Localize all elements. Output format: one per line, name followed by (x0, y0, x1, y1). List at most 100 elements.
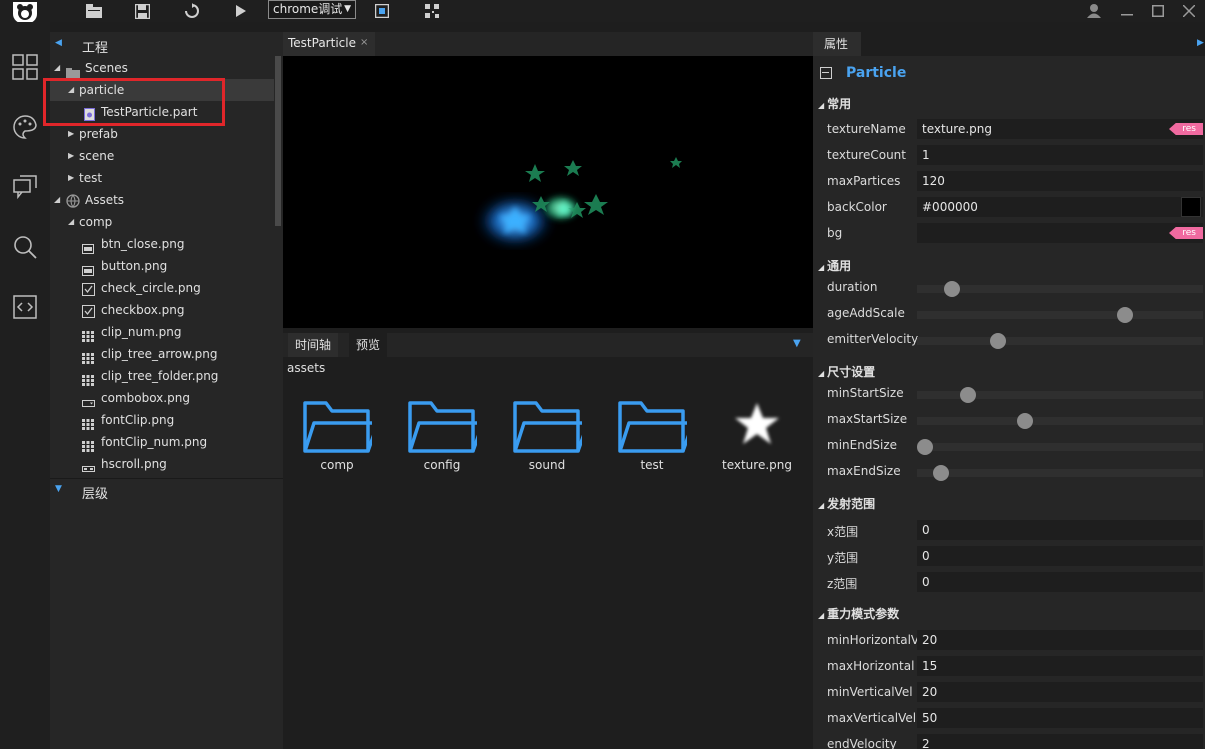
tree-item-file[interactable]: fontClip.png (50, 409, 274, 431)
min-vertical-velocity-field[interactable]: 20 (917, 682, 1203, 702)
refresh-icon[interactable] (184, 2, 200, 20)
expand-down-icon[interactable]: ▼ (55, 484, 62, 494)
res-tag[interactable]: res (1169, 227, 1203, 239)
slider-knob[interactable] (1117, 307, 1133, 323)
maximize-icon[interactable] (1152, 2, 1164, 20)
x-range-field[interactable]: 0 (917, 520, 1203, 540)
max-end-size-slider[interactable] (917, 465, 1203, 481)
palette-icon[interactable] (12, 114, 38, 140)
tree-item-file[interactable]: button.png (50, 255, 274, 277)
min-start-size-slider[interactable] (917, 387, 1203, 403)
asset-item[interactable]: comp (293, 397, 380, 477)
save-icon[interactable] (134, 2, 150, 20)
slider-knob[interactable] (990, 333, 1006, 349)
age-add-scale-slider[interactable] (917, 307, 1203, 323)
collapsed-triangle-icon[interactable]: ▶ (68, 123, 74, 145)
z-range-field[interactable]: 0 (917, 572, 1203, 592)
duration-slider[interactable] (917, 281, 1203, 297)
close-icon[interactable] (1183, 2, 1195, 20)
section-gravity[interactable]: ◢ 重力模式参数 (818, 605, 899, 622)
min-horizontal-velocity-field[interactable]: 20 (917, 630, 1203, 650)
tree-item-file[interactable]: check_circle.png (50, 277, 274, 299)
slider-knob[interactable] (917, 439, 933, 455)
slider-knob[interactable] (933, 465, 949, 481)
prop-value: 0 (922, 575, 930, 589)
layout-grid-icon[interactable] (12, 54, 38, 80)
collapse-component-icon[interactable] (820, 67, 832, 79)
asset-item[interactable]: sound (503, 397, 590, 477)
chat-icon[interactable] (12, 174, 38, 200)
asset-item[interactable]: config (398, 397, 485, 477)
clip-image-icon (82, 371, 94, 386)
section-general[interactable]: ◢ 通用 (818, 257, 851, 274)
tree-item-file[interactable]: checkbox.png (50, 299, 274, 321)
panel-menu-icon[interactable]: ▼ (793, 338, 801, 349)
max-particles-field[interactable]: 120 (917, 171, 1203, 191)
tree-item-file[interactable]: clip_tree_arrow.png (50, 343, 274, 365)
y-range-field[interactable]: 0 (917, 546, 1203, 566)
expand-triangle-icon[interactable]: ◢ (54, 189, 60, 211)
tree-item-assets[interactable]: ◢ Assets (50, 189, 274, 211)
collapsed-triangle-icon[interactable]: ▶ (68, 167, 74, 189)
tree-item-test[interactable]: ▶ test (50, 167, 274, 189)
tree-item-file[interactable]: combobox.png (50, 387, 274, 409)
tree-item-prefab[interactable]: ▶ prefab (50, 123, 274, 145)
expand-triangle-icon[interactable]: ◢ (68, 211, 74, 233)
activity-rail (0, 22, 50, 749)
max-start-size-slider[interactable] (917, 413, 1203, 429)
tab-properties[interactable]: 属性 (813, 32, 861, 56)
tree-scrollbar[interactable] (275, 56, 281, 226)
slider-knob[interactable] (1017, 413, 1033, 429)
tab-preview[interactable]: 预览 (349, 333, 388, 357)
tree-item-label: fontClip.png (101, 413, 175, 427)
play-icon[interactable] (235, 2, 247, 20)
minimize-icon[interactable] (1121, 2, 1133, 20)
max-horizontal-velocity-field[interactable]: 15 (917, 656, 1203, 676)
tree-item-file[interactable]: fontClip_num.png (50, 431, 274, 453)
tree-item-file[interactable]: clip_tree_folder.png (50, 365, 274, 387)
chevron-down-icon: ▼ (344, 4, 351, 14)
search-icon[interactable] (12, 234, 38, 260)
res-tag[interactable]: res (1169, 123, 1203, 135)
clip-image-icon (82, 349, 94, 364)
asset-item[interactable]: texture.png (713, 397, 793, 477)
tree-item-scene[interactable]: ▶ scene (50, 145, 274, 167)
bg-field[interactable]: res (917, 223, 1203, 243)
export-icon[interactable] (375, 2, 389, 20)
expand-triangle-icon[interactable]: ◢ (54, 57, 60, 79)
max-vertical-velocity-field[interactable]: 50 (917, 708, 1203, 728)
section-common[interactable]: ◢ 常用 (818, 95, 851, 112)
texture-count-field[interactable]: 1 (917, 145, 1203, 165)
color-swatch[interactable] (1181, 197, 1201, 217)
collapse-left-icon[interactable]: ◀ (55, 38, 62, 48)
collapsed-triangle-icon[interactable]: ▶ (68, 145, 74, 167)
close-tab-icon[interactable]: × (360, 32, 368, 54)
tree-item-file[interactable]: hscroll.png (50, 453, 274, 475)
user-icon[interactable] (1087, 2, 1101, 20)
slider-knob[interactable] (960, 387, 976, 403)
texture-name-field[interactable]: texture.png res (917, 119, 1203, 139)
section-title: 通用 (827, 259, 852, 273)
tab-testparticle[interactable]: TestParticle × (283, 32, 375, 56)
tree-item-scenes[interactable]: ◢ Scenes (50, 57, 274, 79)
debug-target-select[interactable]: chrome调试 ▼ (268, 0, 356, 19)
tree-item-file[interactable]: clip_num.png (50, 321, 274, 343)
end-velocity-field[interactable]: 2 (917, 734, 1203, 749)
open-folder-icon[interactable] (86, 2, 102, 20)
tab-timeline[interactable]: 时间轴 (288, 333, 339, 357)
layers-panel-header[interactable]: ▼ 层级 (50, 482, 283, 506)
slider-knob[interactable] (944, 281, 960, 297)
emitter-velocity-slider[interactable] (917, 333, 1203, 349)
tree-item-comp[interactable]: ◢ comp (50, 211, 274, 233)
qr-code-icon[interactable] (425, 2, 439, 20)
collapse-right-icon[interactable]: ▶ (1197, 38, 1204, 48)
section-size[interactable]: ◢ 尺寸设置 (818, 363, 875, 380)
asset-label: comp (320, 458, 354, 472)
section-emit-range[interactable]: ◢ 发射范围 (818, 495, 875, 512)
min-end-size-slider[interactable] (917, 439, 1203, 455)
tree-item-file[interactable]: btn_close.png (50, 233, 274, 255)
asset-item[interactable]: test (608, 397, 695, 477)
code-panel-icon[interactable] (12, 294, 38, 320)
back-color-field[interactable]: #000000 (917, 197, 1203, 217)
particle-preview-stage[interactable] (283, 56, 813, 328)
